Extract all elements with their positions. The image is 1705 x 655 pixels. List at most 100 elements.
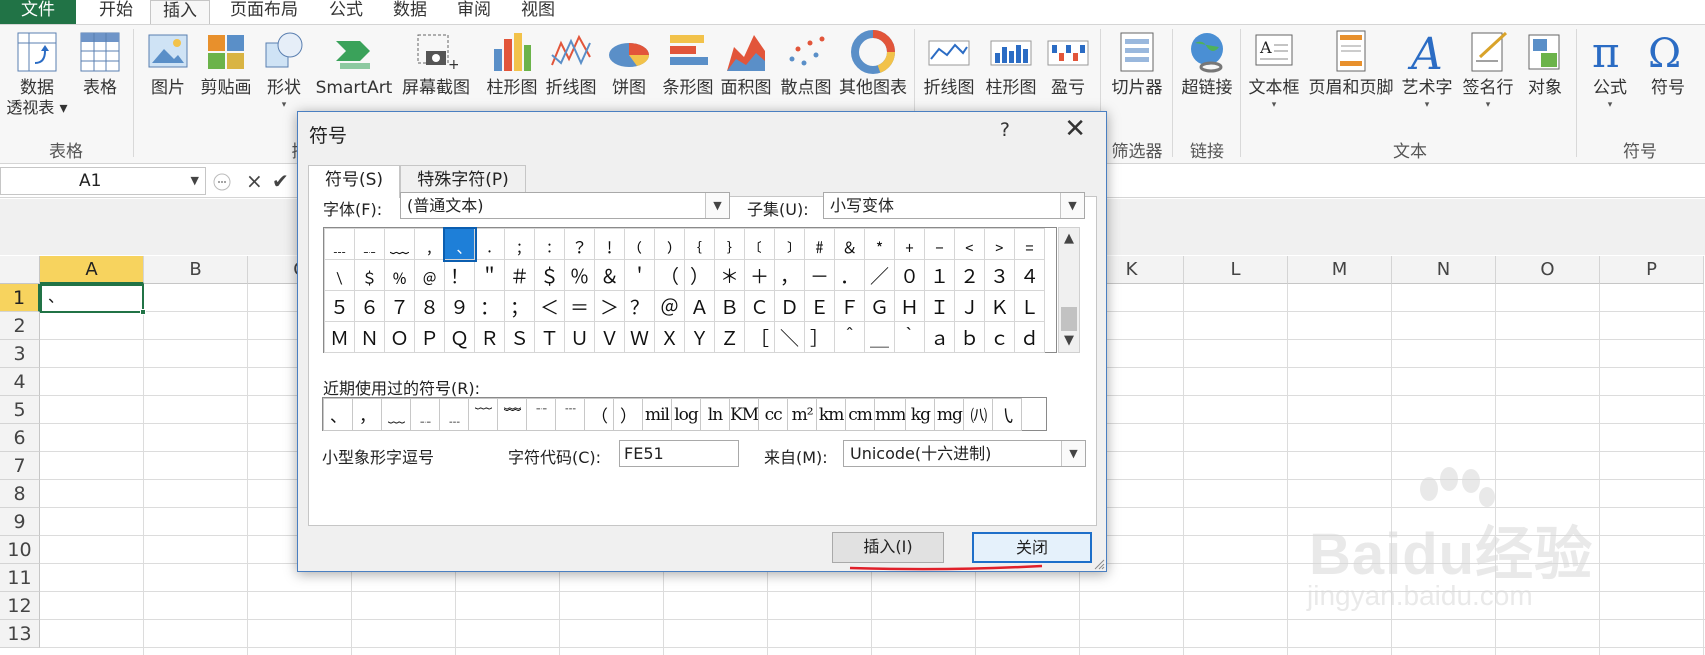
row-header-5[interactable]: 5 — [0, 396, 40, 424]
tab-insert[interactable]: 插入 — [150, 0, 210, 24]
symbol-cell[interactable]: ＄ — [534, 259, 565, 291]
recent-symbol-cell[interactable]: cm — [845, 398, 876, 431]
subset-combo[interactable]: 小写变体 ▼ — [823, 192, 1085, 219]
symbol-cell[interactable]: Ｙ — [684, 321, 715, 353]
symbol-cell[interactable]: ／ — [864, 259, 895, 291]
symbol-cell[interactable]: Ｌ — [1014, 290, 1045, 322]
symbol-cell[interactable]: ． — [834, 259, 865, 291]
tab-home[interactable]: 开始 — [84, 0, 148, 24]
symbol-cell[interactable]: ９ — [444, 290, 475, 322]
symbol-cell[interactable]: ！ — [444, 259, 475, 291]
symbol-cell[interactable]: Ｂ — [714, 290, 745, 322]
row-header-3[interactable]: 3 — [0, 340, 40, 368]
symbol-cell[interactable]: Ｇ — [864, 290, 895, 322]
symbol-cell[interactable]: ﹪ — [384, 259, 415, 291]
symbol-cell[interactable]: ＿ — [864, 321, 895, 353]
symbol-cell[interactable]: ： — [474, 290, 505, 322]
symbol-cell[interactable]: Ｅ — [804, 290, 835, 322]
tab-review[interactable]: 审阅 — [446, 0, 502, 24]
symbol-cell[interactable]: ﹤ — [954, 228, 985, 260]
select-all-corner[interactable] — [0, 256, 40, 284]
recent-symbol-cell[interactable]: mil — [642, 398, 672, 431]
symbol-cell[interactable]: ＊ — [714, 259, 745, 291]
name-box[interactable]: A1 ▼ — [0, 167, 206, 195]
row-header-2[interactable]: 2 — [0, 312, 40, 340]
symbol-cell[interactable]: ﹠ — [834, 228, 865, 260]
recent-symbol-cell[interactable]: ㈧ — [963, 398, 994, 431]
row-header-1[interactable]: 1 — [0, 284, 40, 312]
column-header-n[interactable]: N — [1392, 256, 1496, 284]
resize-grip-icon[interactable] — [1093, 558, 1105, 570]
symbol-cell[interactable]: ３ — [984, 259, 1015, 291]
close-icon[interactable]: ✕ — [1064, 114, 1086, 144]
symbol-cell[interactable]: ＆ — [594, 259, 625, 291]
symbol-cell[interactable]: ５ — [324, 290, 355, 322]
fill-handle[interactable] — [140, 309, 146, 315]
tab-view[interactable]: 视图 — [510, 0, 566, 24]
bar-chart-button[interactable]: 条形图 — [660, 29, 716, 98]
symbol-cell[interactable]: Ｔ — [534, 321, 565, 353]
recent-symbol-cell[interactable]: ln — [700, 398, 730, 431]
symbol-cell[interactable]: ﹢ — [894, 228, 925, 260]
symbol-cell[interactable]: Ｗ — [624, 321, 655, 353]
chevron-down-icon[interactable]: ▼ — [1060, 193, 1084, 218]
symbol-cell[interactable]: ＼ — [774, 321, 805, 353]
symbol-grid-scrollbar[interactable]: ▲ ▼ — [1058, 227, 1080, 353]
symbol-cell[interactable]: ﹝ — [744, 228, 775, 260]
object-button[interactable]: 对象 — [1520, 29, 1570, 98]
symbol-cell[interactable]: ７ — [384, 290, 415, 322]
symbol-cell[interactable]: ﹕ — [534, 228, 565, 260]
chevron-down-icon[interactable]: ▼ — [1061, 441, 1085, 466]
from-combo[interactable]: Unicode(十六进制) ▼ — [843, 440, 1086, 467]
symbol-cell[interactable]: Ｍ — [324, 321, 355, 353]
symbol-cell[interactable]: ； — [504, 290, 535, 322]
recent-symbol-cell[interactable]: ， — [352, 398, 382, 431]
row-header-12[interactable]: 12 — [0, 592, 40, 620]
symbol-cell[interactable]: ２ — [954, 259, 985, 291]
symbol-cell[interactable]: ﹨ — [324, 259, 355, 291]
smartart-button[interactable]: SmartArt — [314, 29, 394, 98]
recent-symbol-cell[interactable]: kg — [905, 398, 936, 431]
column-header-p[interactable]: P — [1600, 256, 1704, 284]
chevron-down-icon[interactable]: ▼ — [191, 168, 199, 194]
symbol-cell[interactable]: ％ — [564, 259, 595, 291]
column-header-o[interactable]: O — [1496, 256, 1600, 284]
recent-symbol-cell[interactable]: ） — [613, 398, 643, 431]
symbol-cell[interactable]: Ｚ — [714, 321, 745, 353]
recent-symbol-cell[interactable]: ㇂ — [992, 398, 1023, 431]
symbol-cell[interactable]: ﹞ — [774, 228, 805, 260]
symbol-cell[interactable]: ﹐ — [414, 228, 445, 260]
sparkline-line-button[interactable]: 折线图 — [920, 29, 978, 98]
symbol-cell[interactable]: Ｘ — [654, 321, 685, 353]
scroll-up-icon[interactable]: ▲ — [1059, 230, 1079, 248]
hyperlink-button[interactable]: 超链接 — [1176, 29, 1238, 98]
char-code-input[interactable]: FE51 — [619, 440, 739, 467]
sparkline-column-button[interactable]: 柱形图 — [982, 29, 1040, 98]
recent-symbol-cell[interactable]: km — [816, 398, 847, 431]
symbol-cell[interactable]: Ｓ — [504, 321, 535, 353]
column-header-a[interactable]: A — [40, 256, 144, 284]
symbol-cell[interactable]: ［ — [744, 321, 775, 353]
recent-symbol-cell[interactable]: log — [671, 398, 701, 431]
symbol-cell[interactable]: ＾ — [834, 321, 865, 353]
column-header-l[interactable]: L — [1184, 256, 1288, 284]
row-header-10[interactable]: 10 — [0, 536, 40, 564]
recent-symbol-cell[interactable]: m² — [787, 398, 818, 431]
symbol-cell[interactable]: Ｐ — [414, 321, 445, 353]
symbol-cell[interactable]: ﹩ — [354, 259, 385, 291]
symbol-cell[interactable]: ﹛ — [684, 228, 715, 260]
recent-symbol-cell[interactable]: KM — [728, 398, 760, 431]
symbol-cell[interactable]: ］ — [804, 321, 835, 353]
symbol-cell[interactable]: Ｒ — [474, 321, 505, 353]
symbol-cell[interactable]: ﹒ — [474, 228, 505, 260]
symbol-cell[interactable]: Ｊ — [954, 290, 985, 322]
symbol-cell[interactable]: Ｈ — [894, 290, 925, 322]
symbol-cell[interactable]: ﹗ — [594, 228, 625, 260]
symbol-cell[interactable]: ﹖ — [564, 228, 595, 260]
column-chart-button[interactable]: 柱形图 — [484, 29, 540, 98]
recent-symbol-cell[interactable]: ﹎ — [410, 398, 440, 431]
formula-bar-grip-icon[interactable] — [212, 171, 232, 193]
column-header-m[interactable]: M — [1288, 256, 1392, 284]
row-header-4[interactable]: 4 — [0, 368, 40, 396]
symbol-cell[interactable]: Ｎ — [354, 321, 385, 353]
